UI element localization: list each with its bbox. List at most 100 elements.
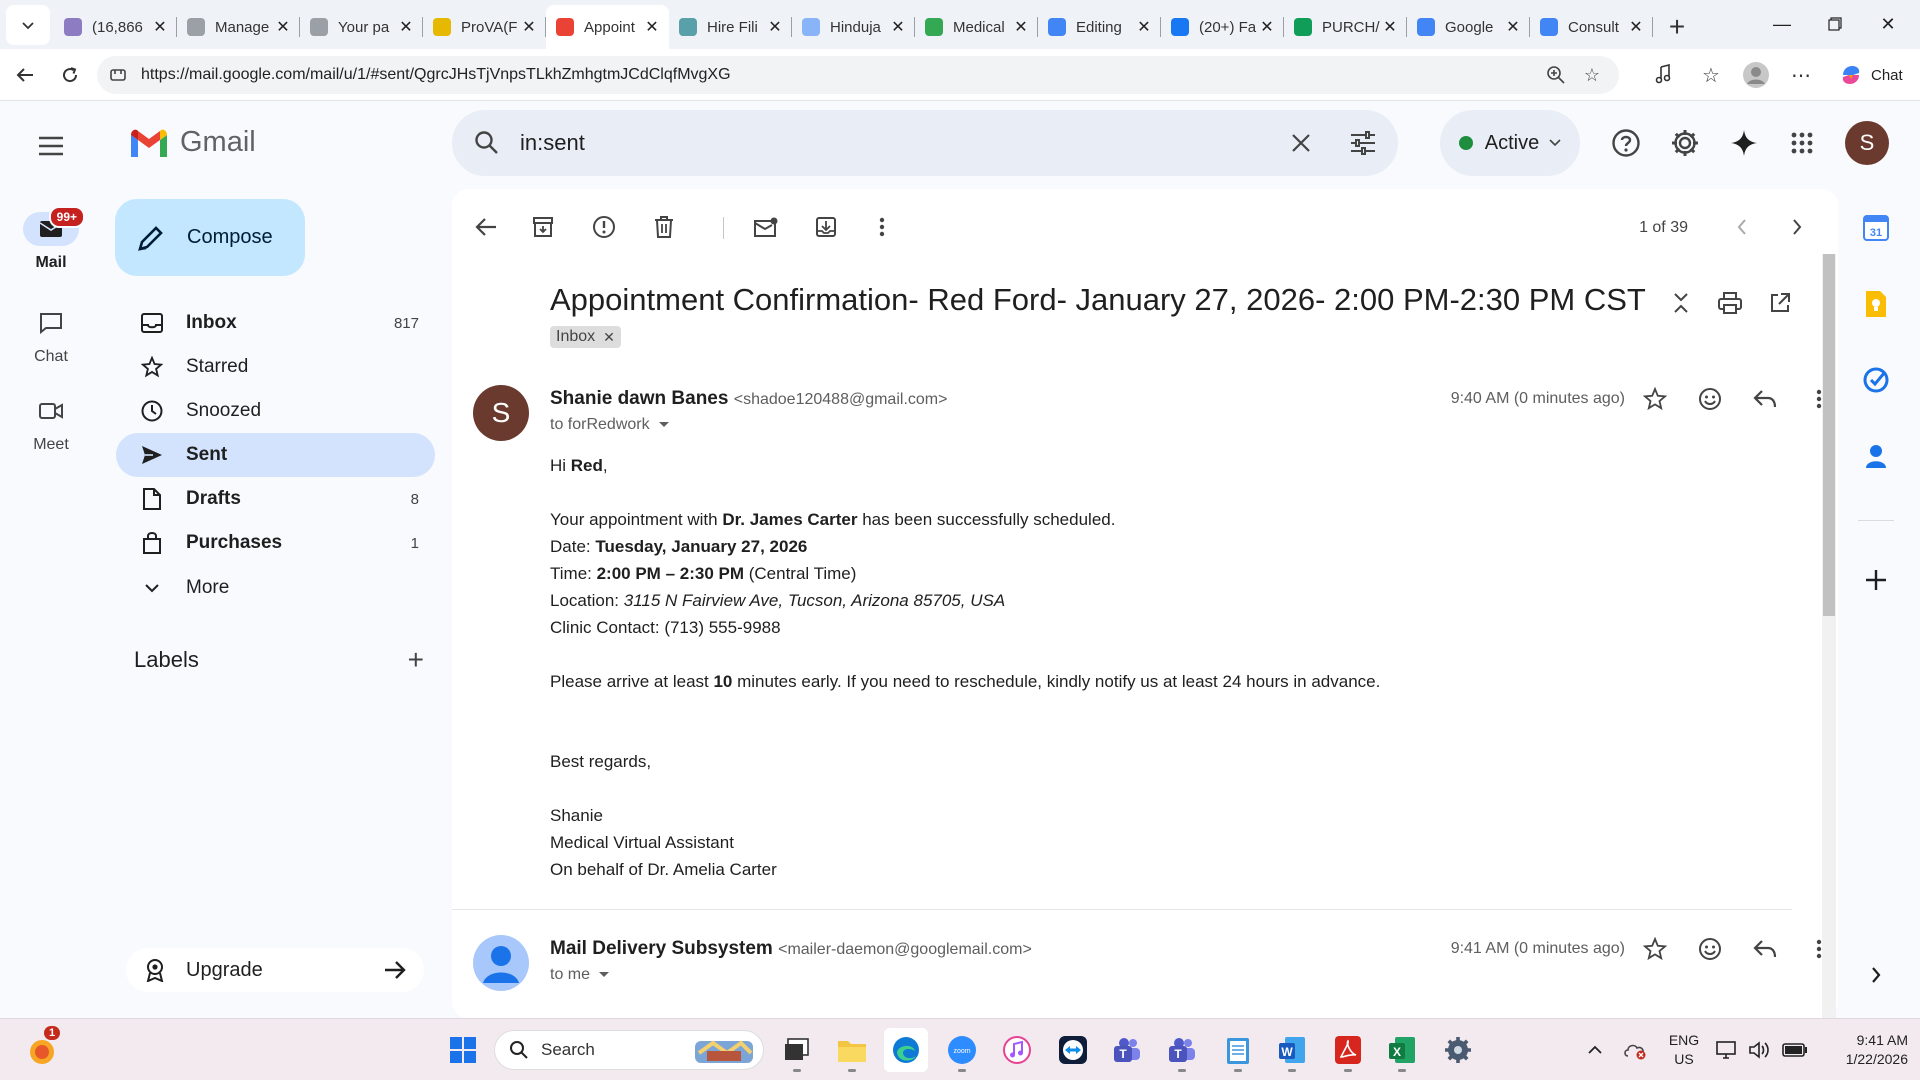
search-options-icon[interactable] — [1350, 131, 1376, 155]
browser-tab[interactable]: Google ✕ — [1407, 9, 1530, 45]
read-aloud-icon[interactable] — [1648, 57, 1684, 93]
browser-tab[interactable]: (16,866 ✕ — [54, 9, 177, 45]
close-tab-icon[interactable]: ✕ — [1258, 18, 1276, 36]
show-hidden-icons-button[interactable] — [1580, 1019, 1610, 1080]
tab-search-button[interactable] — [6, 5, 50, 45]
close-tab-icon[interactable]: ✕ — [1627, 18, 1645, 36]
sidebar-item-snoozed[interactable]: Snoozed — [116, 389, 435, 433]
delete-button[interactable] — [644, 207, 684, 247]
close-tab-icon[interactable]: ✕ — [1381, 18, 1399, 36]
zoom-app-button[interactable]: zoom — [940, 1028, 984, 1072]
close-tab-icon[interactable]: ✕ — [274, 18, 292, 36]
taskbar-search[interactable]: Search — [494, 1030, 764, 1070]
star-button-2[interactable] — [1635, 929, 1675, 969]
close-window-button[interactable]: ✕ — [1858, 0, 1918, 48]
reply-button-2[interactable] — [1745, 929, 1785, 969]
notepad-button[interactable] — [1216, 1028, 1260, 1072]
close-tab-icon[interactable]: ✕ — [643, 18, 661, 36]
gemini-button[interactable] — [1723, 122, 1765, 164]
create-label-button[interactable]: + — [408, 646, 424, 674]
browser-tab[interactable]: ProVA(F ✕ — [423, 9, 546, 45]
browser-tab[interactable]: (20+) Fa ✕ — [1161, 9, 1284, 45]
excel-button[interactable]: X — [1380, 1028, 1424, 1072]
task-view-button[interactable] — [775, 1028, 819, 1072]
back-button[interactable] — [5, 55, 45, 95]
sender-avatar[interactable]: S — [473, 385, 529, 441]
add-reaction-button[interactable] — [1690, 379, 1730, 419]
teams-work-button[interactable]: T — [1160, 1028, 1204, 1072]
close-tab-icon[interactable]: ✕ — [1135, 18, 1153, 36]
print-button[interactable] — [1712, 285, 1748, 321]
system-clock[interactable]: 9:41 AM 1/22/2026 — [1818, 1031, 1908, 1069]
help-button[interactable] — [1605, 122, 1647, 164]
tasks-app-button[interactable] — [1858, 362, 1894, 398]
settings-button[interactable] — [1664, 122, 1706, 164]
sidebar-item-sent[interactable]: Sent — [116, 433, 435, 477]
favorites-icon[interactable]: ☆ — [1693, 57, 1729, 93]
rail-chat[interactable]: Chat — [0, 306, 102, 366]
show-side-panel-button[interactable] — [1858, 957, 1894, 993]
status-dropdown[interactable]: Active — [1440, 110, 1580, 176]
sidebar-item-starred[interactable]: Starred — [116, 345, 435, 389]
profile-avatar-icon[interactable] — [1738, 57, 1774, 93]
collapse-all-button[interactable] — [1663, 285, 1699, 321]
report-spam-button[interactable] — [584, 207, 624, 247]
star-button[interactable] — [1635, 379, 1675, 419]
calendar-app-button[interactable]: 31 — [1858, 210, 1894, 246]
browser-tab[interactable]: Editing ✕ — [1038, 9, 1161, 45]
settings-app-button[interactable] — [1436, 1028, 1480, 1072]
tray-app-icon[interactable] — [1620, 1019, 1650, 1080]
start-button[interactable] — [441, 1028, 485, 1072]
close-tab-icon[interactable]: ✕ — [1012, 18, 1030, 36]
edge-browser-button[interactable] — [884, 1028, 928, 1072]
rail-mail[interactable]: 99+ Mail — [0, 206, 102, 272]
browser-tab[interactable]: Medical ✕ — [915, 9, 1038, 45]
older-button[interactable] — [1777, 207, 1817, 247]
teams-button[interactable]: T — [1105, 1028, 1149, 1072]
reply-button[interactable] — [1745, 379, 1785, 419]
search-bar[interactable]: in:sent — [452, 110, 1398, 176]
mark-unread-button[interactable] — [746, 207, 786, 247]
minimize-button[interactable]: — — [1752, 0, 1812, 48]
browser-tab[interactable]: Hinduja ✕ — [792, 9, 915, 45]
add-reaction-button-2[interactable] — [1690, 929, 1730, 969]
acrobat-button[interactable] — [1326, 1028, 1370, 1072]
sidebar-item-more[interactable]: More — [116, 566, 435, 610]
gmail-logo[interactable]: Gmail — [128, 126, 256, 159]
sidebar-item-inbox[interactable]: Inbox 817 — [116, 301, 435, 345]
volume-icon[interactable] — [1744, 1019, 1774, 1080]
open-new-window-button[interactable] — [1762, 285, 1798, 321]
zoom-icon[interactable] — [1541, 60, 1571, 90]
remove-label-button[interactable]: ✕ — [603, 329, 615, 346]
network-icon[interactable] — [1712, 1019, 1742, 1080]
close-tab-icon[interactable]: ✕ — [889, 18, 907, 36]
sender-name-2[interactable]: Mail Delivery Subsystem — [550, 938, 773, 959]
show-details-icon[interactable] — [658, 421, 670, 429]
close-tab-icon[interactable]: ✕ — [1504, 18, 1522, 36]
keep-app-button[interactable] — [1858, 286, 1894, 322]
clear-search-icon[interactable] — [1290, 132, 1312, 154]
sender-avatar-default[interactable] — [473, 935, 529, 991]
sidebar-item-purchases[interactable]: Purchases 1 — [116, 521, 435, 565]
close-tab-icon[interactable]: ✕ — [766, 18, 784, 36]
close-tab-icon[interactable]: ✕ — [397, 18, 415, 36]
browser-tab[interactable]: PURCH/✕ — [1284, 9, 1407, 45]
show-details-icon[interactable] — [598, 971, 610, 979]
scrollbar-thumb[interactable] — [1823, 254, 1835, 616]
search-input[interactable]: in:sent — [520, 130, 1290, 156]
rail-meet[interactable]: Meet — [0, 394, 102, 454]
word-button[interactable]: W — [1270, 1028, 1314, 1072]
browser-tab[interactable]: Consult ✕ — [1530, 9, 1653, 45]
get-addons-button[interactable] — [1858, 562, 1894, 598]
browser-tab[interactable]: Appoint ✕ — [546, 5, 669, 49]
compose-button[interactable]: Compose — [115, 199, 305, 276]
google-apps-button[interactable] — [1781, 122, 1823, 164]
input-language[interactable]: ENG US — [1664, 1031, 1704, 1069]
newer-button[interactable] — [1722, 207, 1762, 247]
teamviewer-button[interactable] — [1051, 1028, 1095, 1072]
move-to-button[interactable] — [806, 207, 846, 247]
main-menu-button[interactable] — [24, 126, 78, 166]
sidebar-item-drafts[interactable]: Drafts 8 — [116, 477, 435, 521]
search-icon[interactable] — [474, 130, 500, 156]
bookmark-star-icon[interactable]: ☆ — [1577, 60, 1607, 90]
